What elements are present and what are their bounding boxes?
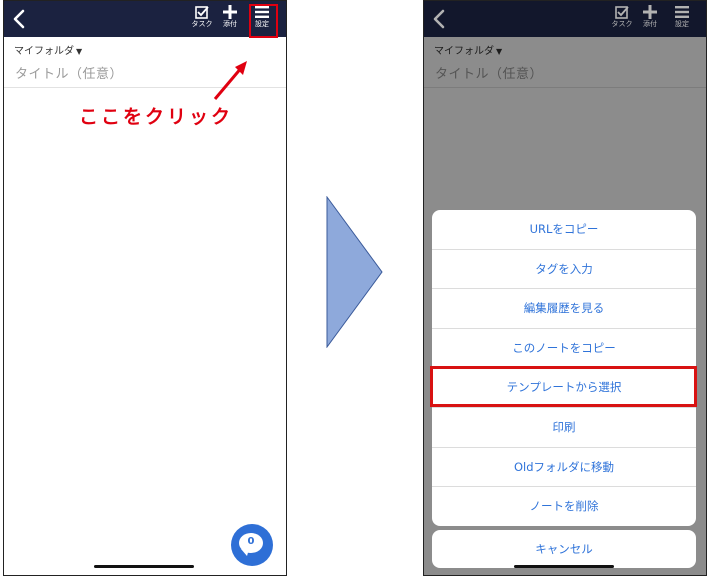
- chat-button[interactable]: 0: [231, 524, 273, 566]
- top-bar: タスク 添付 設定: [4, 1, 286, 37]
- attach-label: 添付: [223, 20, 237, 28]
- template-highlight-box: [430, 366, 697, 407]
- task-button[interactable]: タスク: [189, 5, 215, 35]
- menu-item-add-tag[interactable]: タグを入力: [432, 250, 696, 290]
- phone-screen-before: タスク 添付 設定 マイフォルダ ▼ タイトル（任意） ここをクリック 0: [3, 0, 287, 576]
- menu-item-delete-note[interactable]: ノートを削除: [432, 487, 696, 526]
- menu-item-copy-note[interactable]: このノートをコピー: [432, 329, 696, 369]
- back-chevron-icon[interactable]: [10, 7, 30, 31]
- chevron-down-icon: ▼: [76, 47, 83, 56]
- folder-selector[interactable]: マイフォルダ ▼: [14, 42, 82, 57]
- phone-screen-after: タスク 添付 設定 マイフォルダ ▼ タイトル（任意） URLをコピー タグを入力…: [423, 0, 707, 576]
- home-indicator: [94, 565, 194, 568]
- home-indicator: [514, 565, 614, 568]
- settings-highlight-box: [249, 4, 278, 38]
- task-checkbox-icon: [195, 6, 209, 19]
- annotation-text: ここをクリック: [79, 106, 234, 128]
- next-step-arrow-icon: [326, 196, 383, 348]
- menu-item-move-to-folder[interactable]: Oldフォルダに移動: [432, 448, 696, 488]
- title-input[interactable]: タイトル（任意）: [15, 63, 123, 82]
- menu-item-print[interactable]: 印刷: [432, 408, 696, 448]
- attach-button[interactable]: 添付: [217, 5, 243, 35]
- plus-icon: [223, 5, 237, 19]
- menu-item-copy-url[interactable]: URLをコピー: [432, 210, 696, 250]
- folder-name: マイフォルダ: [14, 46, 74, 57]
- top-bar-dim-overlay: [424, 1, 706, 37]
- chat-tail: [241, 549, 249, 556]
- cancel-button[interactable]: キャンセル: [432, 530, 696, 568]
- menu-item-edit-history[interactable]: 編集履歴を見る: [432, 289, 696, 329]
- task-label: タスク: [191, 20, 213, 28]
- chat-count: 0: [247, 536, 255, 547]
- red-arrow-icon: [213, 61, 247, 100]
